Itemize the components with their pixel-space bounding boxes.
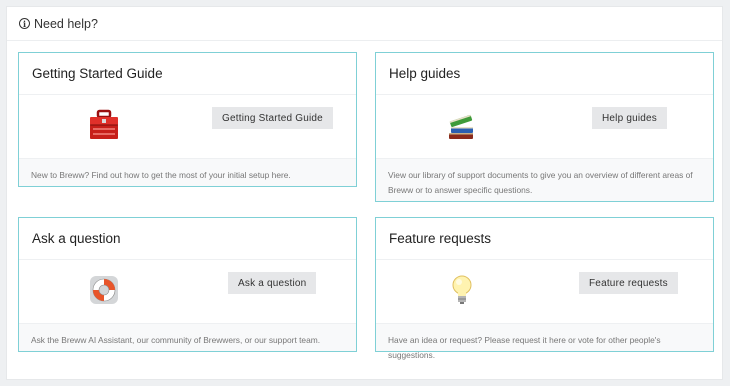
card-body: Ask a question [19,260,356,324]
help-panel: i Need help? Getting Started Guide Getti… [6,6,723,380]
books-icon [446,109,476,141]
card-body: Help guides [376,95,713,159]
feature-requests-button[interactable]: Feature requests [579,272,678,294]
lightbulb-icon [450,274,480,306]
card-feature-requests: Feature requests Feature requests Have a… [375,217,714,360]
getting-started-guide-button[interactable]: Getting Started Guide [212,107,333,129]
card-body: Getting Started Guide [19,95,356,159]
help-guides-button[interactable]: Help guides [592,107,668,129]
card-title: Help guides [376,53,713,95]
card-description: Ask the Breww AI Assistant, our communit… [19,324,356,351]
lifebuoy-icon [89,274,119,306]
toolbox-icon [89,109,119,141]
card-description: Have an idea or request? Please request … [376,324,713,360]
info-icon: i [19,18,30,29]
ask-question-button[interactable]: Ask a question [228,272,317,294]
card-ask-question: Ask a question Ask a question Ask the Br… [18,217,357,352]
panel-title: Need help? [34,16,98,31]
card-help-guides: Help guides Help guides View our library… [375,52,714,202]
card-title: Getting Started Guide [19,53,356,95]
card-description: New to Breww? Find out how to get the mo… [19,159,356,186]
card-body: Feature requests [376,260,713,324]
card-description: View our library of support documents to… [376,159,713,201]
card-title: Ask a question [19,218,356,260]
card-title: Feature requests [376,218,713,260]
panel-header: i Need help? [7,7,722,41]
card-getting-started: Getting Started Guide Getting Started Gu… [18,52,357,187]
